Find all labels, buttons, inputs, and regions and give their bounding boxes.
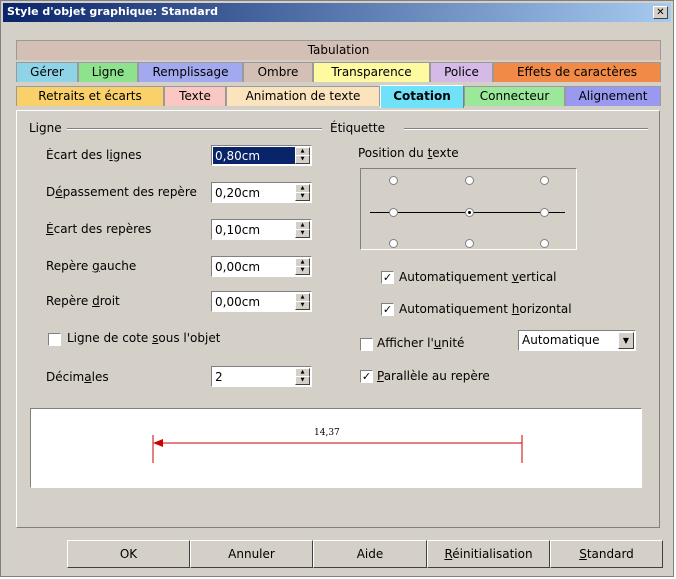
tab-alignement[interactable]: Alignement: [565, 86, 661, 106]
repere-droit-label: Repère droit: [46, 294, 120, 308]
ecart-reperes-input[interactable]: [213, 221, 296, 238]
group-etiquette-label: Étiquette: [330, 121, 386, 135]
position-top-left-radio[interactable]: [389, 176, 398, 185]
dimension-preview-drawing: [152, 435, 523, 463]
position-bottom-right-radio[interactable]: [540, 239, 549, 248]
repere-gauche-label: Repère gauche: [46, 259, 137, 273]
decimales-spinfield: ▲▼: [211, 366, 312, 387]
repere-gauche-input[interactable]: [213, 258, 296, 275]
spin-down-icon[interactable]: ▼: [295, 376, 310, 385]
depassement-label: Dépassement des repère: [46, 185, 197, 199]
position-middle-left-radio[interactable]: [389, 208, 398, 217]
tab-tabulation[interactable]: Tabulation: [16, 40, 661, 60]
position-top-right-radio[interactable]: [540, 176, 549, 185]
ecart-lignes-label: Écart des lignes: [46, 148, 142, 162]
ecart-lignes-input[interactable]: [213, 147, 296, 164]
tab-effets-caracteres[interactable]: Effets de caractères: [493, 62, 661, 82]
ecart-reperes-spinfield: ▲▼: [211, 219, 312, 240]
ligne-sous-objet-label: Ligne de cote sous l'objet: [67, 331, 221, 345]
group-ligne-label: Ligne: [29, 121, 62, 135]
decimales-input[interactable]: [213, 368, 296, 385]
depassement-spinfield: ▲▼: [211, 182, 312, 203]
tab-ligne[interactable]: Ligne: [78, 62, 138, 82]
spin-down-icon[interactable]: ▼: [295, 301, 310, 310]
spin-down-icon[interactable]: ▼: [295, 192, 310, 201]
afficher-unite-checkbox[interactable]: [360, 338, 373, 351]
title-bar: Style d'objet graphique: Standard ✕: [3, 3, 671, 22]
annuler-button[interactable]: Annuler: [190, 540, 313, 568]
repere-droit-spinfield: ▲▼: [211, 291, 312, 312]
tab-transparence[interactable]: Transparence: [313, 62, 430, 82]
tab-animation-texte[interactable]: Animation de texte: [226, 86, 380, 106]
ligne-sous-objet-checkbox[interactable]: [48, 333, 61, 346]
preview-arrowhead: [153, 439, 163, 447]
dimension-value-label: 14,37: [314, 428, 340, 438]
tab-texte[interactable]: Texte: [164, 86, 226, 106]
auto-vertical-label: Automatiquement vertical: [399, 270, 557, 284]
ecart-reperes-label: Écart des repères: [46, 222, 152, 236]
unit-select[interactable]: Automatique ▼: [518, 330, 636, 351]
tab-police[interactable]: Police: [430, 62, 493, 82]
afficher-unite-label: Afficher l'unité: [377, 336, 465, 350]
group-ligne-divider: [67, 128, 322, 130]
chevron-down-icon[interactable]: ▼: [618, 332, 634, 349]
decimales-label: Décimales: [46, 370, 109, 384]
parallele-checkbox[interactable]: ✓: [360, 370, 373, 383]
tab-gerer[interactable]: Gérer: [16, 62, 78, 82]
window-title: Style d'objet graphique: Standard: [7, 5, 219, 18]
auto-horizontal-checkbox[interactable]: ✓: [381, 303, 394, 316]
ecart-lignes-spinfield: ▲▼: [211, 145, 312, 166]
aide-button[interactable]: Aide: [313, 540, 427, 568]
spin-down-icon[interactable]: ▼: [295, 155, 310, 164]
auto-vertical-checkbox[interactable]: ✓: [381, 271, 394, 284]
dimension-preview: 14,37: [30, 408, 642, 488]
text-position-grid: [360, 168, 577, 250]
repere-droit-input[interactable]: [213, 293, 296, 310]
standard-button[interactable]: Standard: [550, 540, 663, 568]
tab-retraits-ecarts[interactable]: Retraits et écarts: [16, 86, 164, 106]
position-middle-right-radio[interactable]: [540, 208, 549, 217]
parallele-label: Parallèle au repère: [377, 369, 490, 383]
repere-gauche-spinfield: ▲▼: [211, 256, 312, 277]
position-bottom-left-radio[interactable]: [389, 239, 398, 248]
spin-down-icon[interactable]: ▼: [295, 229, 310, 238]
tab-remplissage[interactable]: Remplissage: [138, 62, 243, 82]
group-etiquette-divider: [404, 128, 648, 130]
tab-connecteur[interactable]: Connecteur: [464, 86, 565, 106]
auto-horizontal-label: Automatiquement horizontal: [399, 302, 572, 316]
reinitialisation-button[interactable]: Réinitialisation: [427, 540, 550, 568]
ok-button[interactable]: OK: [67, 540, 190, 568]
depassement-input[interactable]: [213, 184, 296, 201]
tab-ombre[interactable]: Ombre: [243, 62, 313, 82]
position-middle-center-radio[interactable]: [465, 208, 474, 217]
tab-cotation[interactable]: Cotation: [380, 85, 464, 108]
spin-down-icon[interactable]: ▼: [295, 266, 310, 275]
position-bottom-center-radio[interactable]: [465, 239, 474, 248]
close-button[interactable]: ✕: [653, 6, 668, 19]
position-top-center-radio[interactable]: [465, 176, 474, 185]
position-texte-label: Position du texte: [358, 146, 459, 160]
unit-select-value: Automatique: [522, 333, 600, 347]
